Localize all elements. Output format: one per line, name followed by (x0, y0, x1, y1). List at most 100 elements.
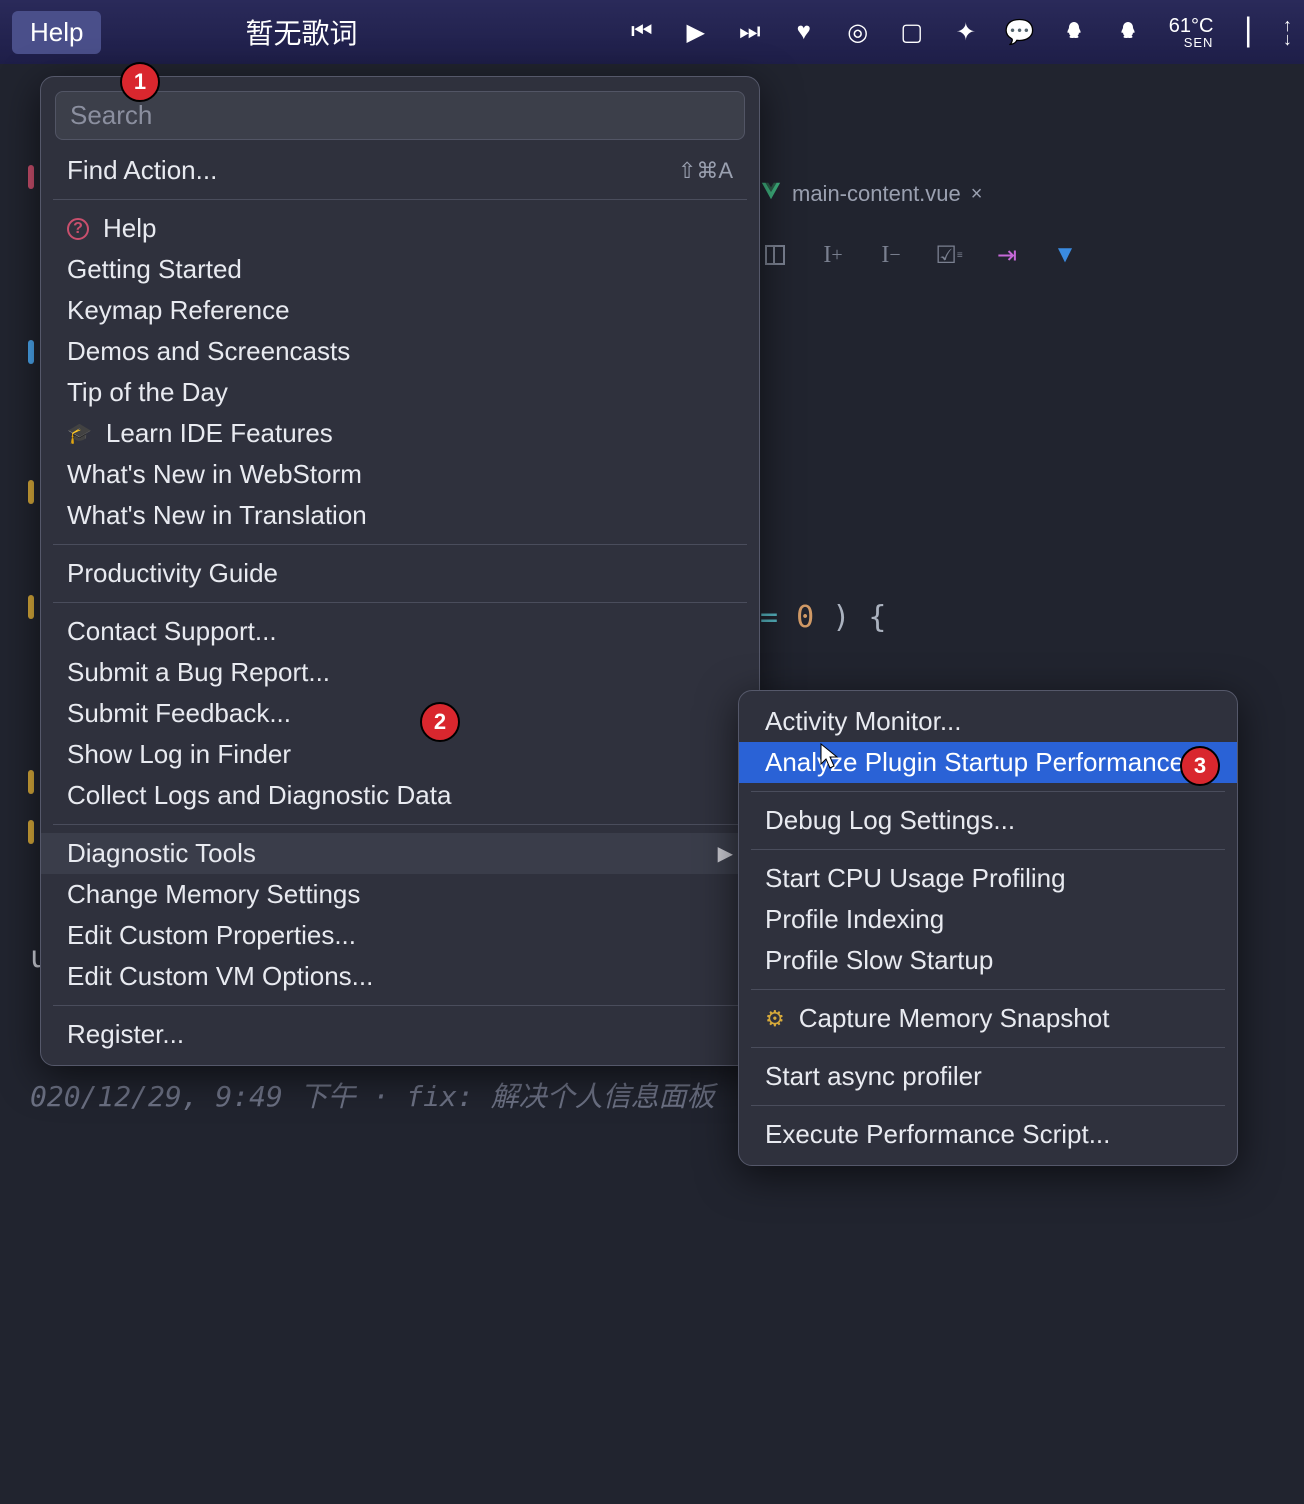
menu-label: Contact Support... (67, 616, 277, 647)
help-dropdown-menu: Search Find Action... ⇧⌘A ? Help Getting… (40, 76, 760, 1066)
gutter-mark (28, 340, 34, 364)
temperature-value: 61°C (1169, 16, 1214, 36)
menu-label: Profile Indexing (765, 904, 944, 935)
submenu-item-cpu-profiling[interactable]: Start CPU Usage Profiling (739, 858, 1237, 899)
tab-filename: main-content.vue (792, 181, 961, 207)
menu-label: Activity Monitor... (765, 706, 962, 737)
menu-label: Capture Memory Snapshot (799, 1003, 1110, 1034)
chevron-right-icon: ▶ (718, 841, 733, 866)
menu-label: Help (103, 213, 156, 244)
menu-item-productivity[interactable]: Productivity Guide (41, 553, 759, 594)
diagnostic-tools-submenu: Activity Monitor... Analyze Plugin Start… (738, 690, 1238, 1166)
menu-item-show-log[interactable]: Show Log in Finder (41, 734, 759, 775)
heart-icon[interactable]: ♥ (791, 19, 817, 45)
layout-icon[interactable] (760, 240, 790, 270)
submenu-item-profile-slow-startup[interactable]: Profile Slow Startup (739, 940, 1237, 981)
menu-item-bug[interactable]: Submit a Bug Report... (41, 652, 759, 693)
menu-separator (751, 791, 1225, 792)
menu-label: Profile Slow Startup (765, 945, 993, 976)
temperature-label: SEN (1169, 36, 1214, 49)
menu-label: Start async profiler (765, 1061, 982, 1092)
submenu-item-async-profiler[interactable]: Start async profiler (739, 1056, 1237, 1097)
filter-icon[interactable]: ▼ (1050, 240, 1080, 270)
gutter-mark (28, 595, 34, 619)
menu-label: Productivity Guide (67, 558, 278, 589)
updown-icon[interactable]: ↑↓ (1283, 18, 1292, 47)
menu-separator (53, 1005, 747, 1006)
next-track-icon[interactable]: ⏭ (737, 19, 763, 45)
gutter-mark (28, 820, 34, 844)
submenu-item-profile-indexing[interactable]: Profile Indexing (739, 899, 1237, 940)
prev-track-icon[interactable]: ⏮ (629, 19, 655, 45)
menu-label: Start CPU Usage Profiling (765, 863, 1066, 894)
system-tray: ⏮ ▶ ⏭ ♥ ◎ ▢ ✦ 💬 61°C SEN ⎮ ↑↓ (629, 16, 1292, 49)
add-line-icon[interactable]: I+ (818, 240, 848, 270)
menu-item-getting-started[interactable]: Getting Started (41, 249, 759, 290)
mac-menubar: Help 暂无歌词 ⏮ ▶ ⏭ ♥ ◎ ▢ ✦ 💬 61°C SEN ⎮ ↑↓ (0, 0, 1304, 64)
remove-line-icon[interactable]: I− (876, 240, 906, 270)
menu-label: Collect Logs and Diagnostic Data (67, 780, 451, 811)
menu-item-keymap[interactable]: Keymap Reference (41, 290, 759, 331)
menu-label: Analyze Plugin Startup Performance (765, 747, 1184, 778)
menu-item-find-action[interactable]: Find Action... ⇧⌘A (41, 150, 759, 191)
menu-search-input[interactable]: Search (55, 91, 745, 140)
submenu-item-analyze-plugin-startup[interactable]: Analyze Plugin Startup Performance (739, 742, 1237, 783)
qq-icon-2[interactable] (1115, 19, 1141, 45)
submenu-item-execute-script[interactable]: Execute Performance Script... (739, 1114, 1237, 1155)
menu-label: Change Memory Settings (67, 879, 360, 910)
menu-item-feedback[interactable]: Submit Feedback... (41, 693, 759, 734)
menu-label: Find Action... (67, 155, 217, 186)
code-fragment-1: = 0 ) { (760, 600, 886, 635)
code-op: = (760, 600, 778, 635)
menu-label: Submit a Bug Report... (67, 657, 330, 688)
menu-label: Demos and Screencasts (67, 336, 350, 367)
menu-item-diagnostic-tools[interactable]: Diagnostic Tools ▶ (41, 833, 759, 874)
code-brace: ) { (832, 600, 886, 635)
editor-tab[interactable]: main-content.vue × (760, 180, 982, 208)
menu-label: Edit Custom VM Options... (67, 961, 373, 992)
menu-label: Debug Log Settings... (765, 805, 1015, 836)
menu-item-tip[interactable]: Tip of the Day (41, 372, 759, 413)
wechat-icon[interactable]: 💬 (1007, 19, 1033, 45)
checklist-icon[interactable]: ☑≡ (934, 240, 964, 270)
help-menu-button[interactable]: Help (12, 11, 101, 54)
submenu-item-memory-snapshot[interactable]: ⚙ Capture Memory Snapshot (739, 998, 1237, 1039)
editor-toolbar: I+ I− ☑≡ ⇥ ▼ (760, 240, 1080, 270)
submenu-item-activity-monitor[interactable]: Activity Monitor... (739, 701, 1237, 742)
menu-separator (751, 1047, 1225, 1048)
annotation-badge-3: 3 (1180, 746, 1220, 786)
menu-item-whats-new-webstorm[interactable]: What's New in WebStorm (41, 454, 759, 495)
menu-label: Submit Feedback... (67, 698, 291, 729)
vue-file-icon (760, 180, 782, 208)
square-icon[interactable]: ▢ (899, 19, 925, 45)
play-icon[interactable]: ▶ (683, 19, 709, 45)
menu-item-learn[interactable]: 🎓 Learn IDE Features (41, 413, 759, 454)
menu-item-whats-new-translation[interactable]: What's New in Translation (41, 495, 759, 536)
menu-label: Keymap Reference (67, 295, 290, 326)
tab-close-icon[interactable]: × (971, 183, 983, 206)
menu-separator (53, 602, 747, 603)
menu-item-contact[interactable]: Contact Support... (41, 611, 759, 652)
menu-shortcut: ⇧⌘A (678, 158, 733, 184)
menu-item-register[interactable]: Register... (41, 1014, 759, 1055)
menu-label: Diagnostic Tools (67, 838, 256, 869)
sparkle-icon[interactable]: ✦ (953, 19, 979, 45)
code-number: 0 (796, 600, 814, 635)
submenu-item-debug-log[interactable]: Debug Log Settings... (739, 800, 1237, 841)
menu-item-vm-options[interactable]: Edit Custom VM Options... (41, 956, 759, 997)
menu-item-demos[interactable]: Demos and Screencasts (41, 331, 759, 372)
menu-label: What's New in Translation (67, 500, 367, 531)
menu-separator (751, 1105, 1225, 1106)
netease-icon[interactable]: ◎ (845, 19, 871, 45)
help-icon: ? (67, 218, 89, 240)
menu-item-collect-logs[interactable]: Collect Logs and Diagnostic Data (41, 775, 759, 816)
qq-icon-1[interactable] (1061, 19, 1087, 45)
vcs-annotation: 020/12/29, 9:49 下午 · fix: 解决个人信息面板 (30, 1075, 715, 1115)
menu-item-memory[interactable]: Change Memory Settings (41, 874, 759, 915)
menu-separator (53, 544, 747, 545)
temperature-widget[interactable]: 61°C SEN (1169, 16, 1214, 49)
menu-item-help[interactable]: ? Help (41, 208, 759, 249)
indent-icon[interactable]: ⇥ (992, 240, 1022, 270)
graduation-cap-icon: 🎓 (67, 421, 92, 446)
menu-item-properties[interactable]: Edit Custom Properties... (41, 915, 759, 956)
